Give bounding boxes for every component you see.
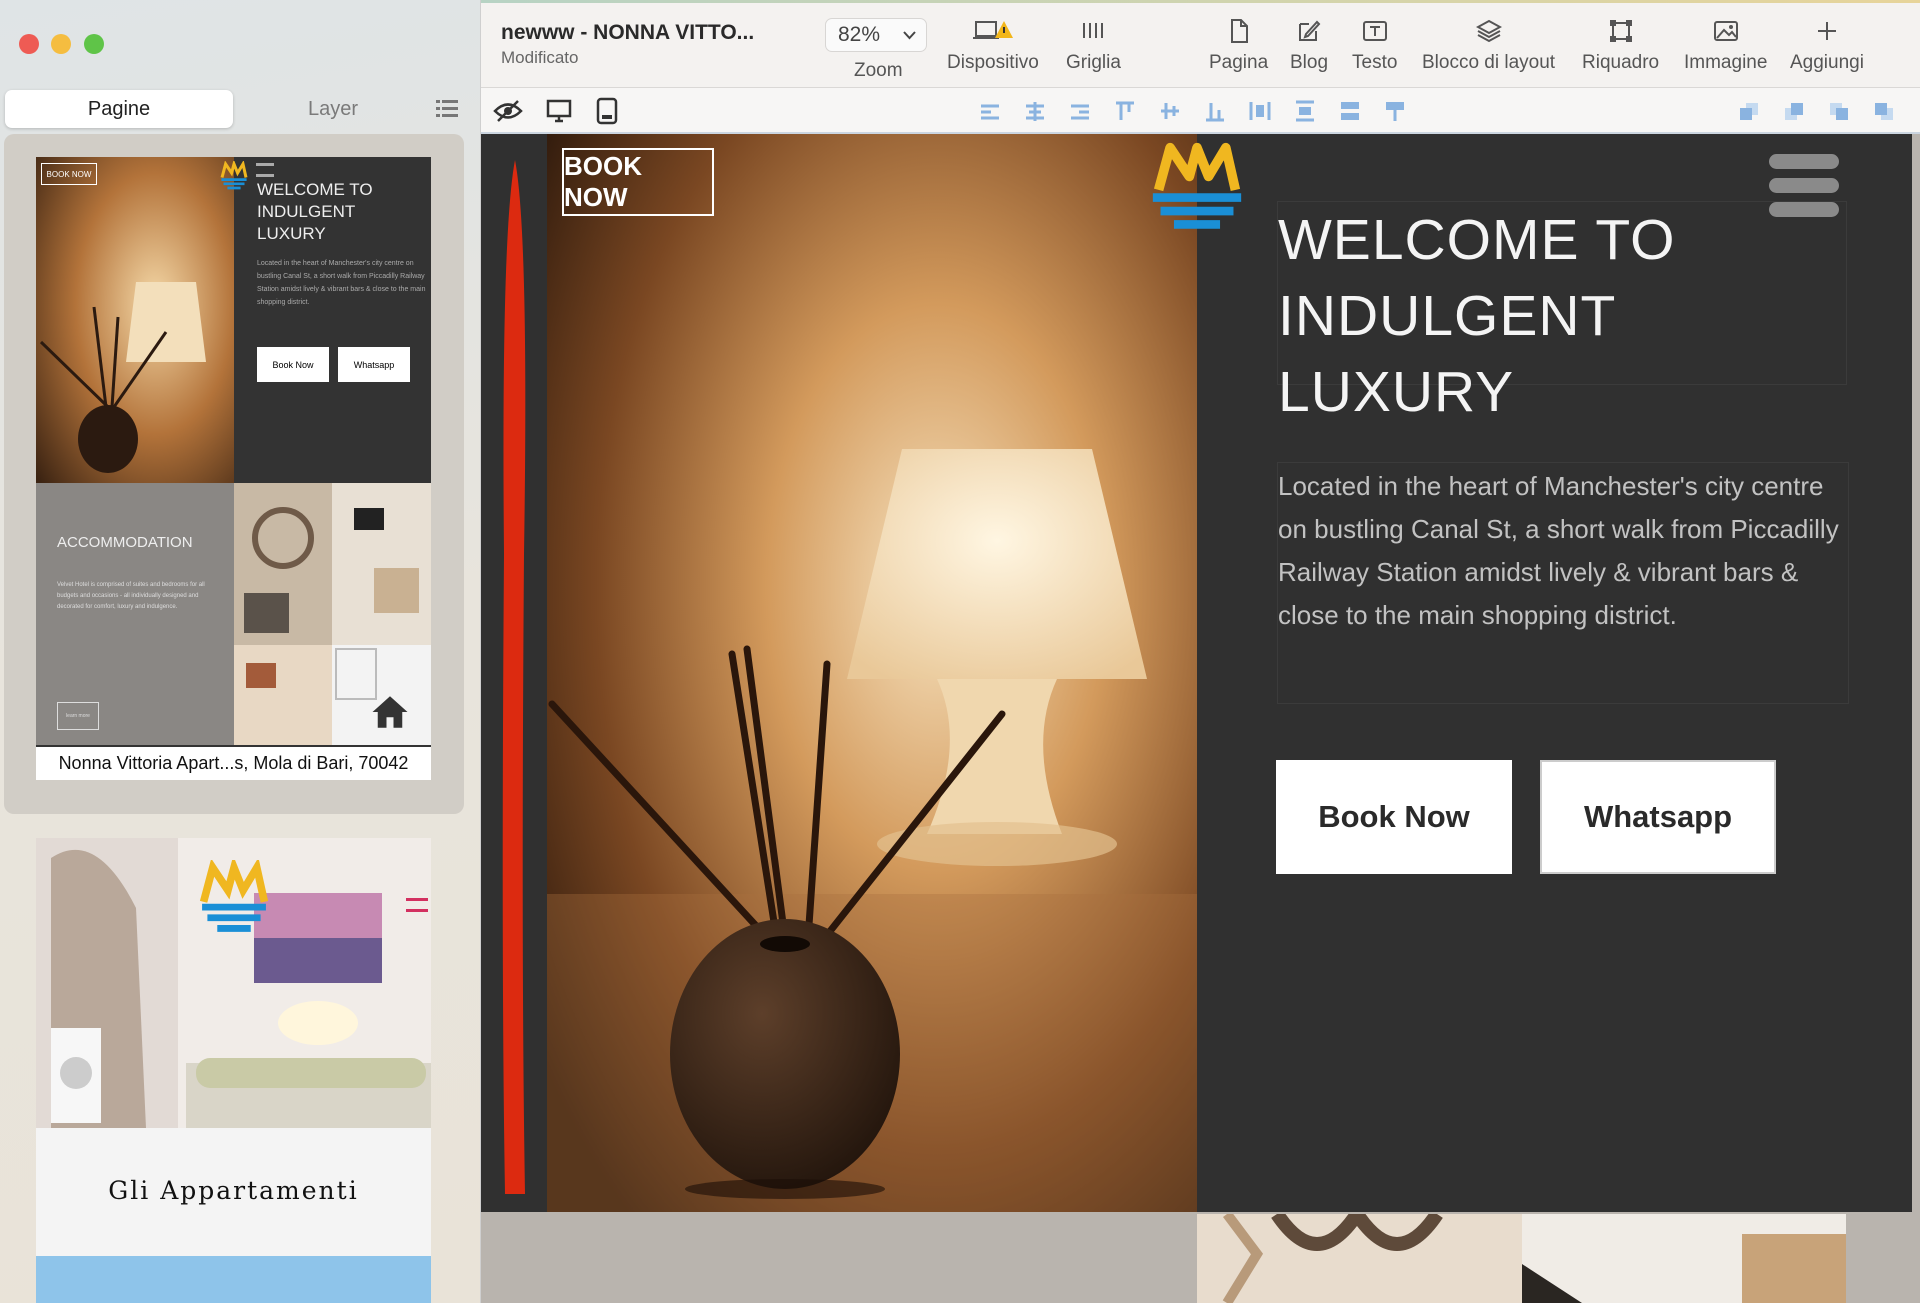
alignment-toolbar	[481, 88, 1920, 134]
hero-section[interactable]: BOOK NOW WELCOME TO INDULGENT LUXURY Loc…	[481, 134, 1912, 1212]
document-title: newww - NONNA VITTO...	[501, 21, 755, 44]
book-now-outline-button[interactable]: BOOK NOW	[562, 148, 714, 216]
thumb-book-now: BOOK NOW	[41, 163, 97, 185]
device-label: Dispositivo	[947, 52, 1039, 73]
page-label: Pagina	[1209, 52, 1269, 73]
align-center-icon[interactable]	[1024, 100, 1046, 122]
tile-floor-photo[interactable]	[1197, 1214, 1522, 1303]
zoom-select[interactable]: 82%	[825, 18, 927, 52]
grid-label: Griglia	[1066, 52, 1121, 73]
blog-edit-icon	[1299, 20, 1321, 41]
editor-canvas[interactable]: BOOK NOW WELCOME TO INDULGENT LUXURY Loc…	[481, 134, 1920, 1303]
tab-pages[interactable]: Pagine	[5, 90, 233, 128]
desktop-icon[interactable]	[546, 98, 572, 124]
thumb-intro-text: Located in the heart of Manchester's cit…	[257, 260, 426, 306]
align-bottom-icon[interactable]	[1204, 100, 1226, 122]
distribute-vertical-icon[interactable]	[1294, 100, 1316, 122]
align-middle-icon[interactable]	[1159, 100, 1181, 122]
text-icon	[1362, 21, 1387, 41]
layout-block-label: Blocco di layout	[1422, 52, 1556, 73]
layers-icon	[1475, 19, 1502, 43]
welcome-heading[interactable]: WELCOME TO INDULGENT LUXURY	[1277, 201, 1847, 424]
red-accent-bar[interactable]	[497, 154, 533, 1201]
thumb-welcome-heading: WELCOME TO INDULGENT LUXURY	[257, 180, 373, 243]
bring-forward-icon[interactable]	[1783, 100, 1805, 122]
hero-photo[interactable]	[547, 134, 1197, 1212]
thumb-lamp-photo	[36, 157, 234, 483]
room-photo[interactable]	[1522, 1214, 1846, 1303]
heading-line-2: INDULGENT LUXURY	[1278, 284, 1616, 424]
eye-slash-icon[interactable]	[493, 98, 523, 124]
thumb2-logo-icon	[199, 860, 269, 932]
send-to-back-icon[interactable]	[1828, 100, 1850, 122]
page-thumbnail-apartments[interactable]: Gli Appartamenti	[36, 838, 431, 1303]
nonna-vittoria-logo[interactable]	[1146, 140, 1248, 236]
toolbar-text-button[interactable]: Testo	[1352, 18, 1397, 74]
thumb-hamburger-icon	[256, 163, 274, 177]
heading-line-1: WELCOME TO	[1278, 208, 1676, 272]
diffuser-lamp-photo	[547, 134, 1197, 1212]
book-now-button[interactable]: Book Now	[1276, 760, 1512, 874]
distribute-horizontal-icon[interactable]	[1249, 100, 1271, 122]
toolbar-layout-block-button[interactable]: Blocco di layout	[1422, 18, 1555, 74]
toolbar-frame-button[interactable]: Riquadro	[1582, 18, 1659, 74]
thumb-book-button: Book Now	[257, 347, 329, 382]
space-evenly-icon[interactable]	[1339, 100, 1361, 122]
thumb2-title: Gli Appartamenti	[108, 1176, 359, 1205]
align-left-icon[interactable]	[979, 100, 1001, 122]
device-warning-icon	[972, 21, 1013, 39]
toolbar-blog-button[interactable]: Blog	[1290, 18, 1328, 74]
thumb-learn-more: learn more	[57, 702, 99, 730]
zoom-value: 82%	[838, 23, 881, 46]
frame-icon	[1609, 20, 1632, 42]
thumb2-blue-band	[36, 1256, 431, 1303]
frame-label: Riquadro	[1582, 52, 1660, 73]
home-icon	[372, 696, 408, 728]
thumb-logo-icon	[220, 161, 248, 190]
zoom-label: Zoom	[854, 60, 903, 81]
toolbar-page-button[interactable]: Pagina	[1209, 18, 1268, 74]
toolbar-grid-button[interactable]: Griglia	[1066, 18, 1121, 74]
page-icon	[1230, 19, 1248, 43]
list-icon[interactable]	[436, 99, 458, 119]
thumb-whatsapp-button: Whatsapp	[338, 347, 410, 382]
align-top-icon[interactable]	[1114, 100, 1136, 122]
match-size-icon[interactable]	[1384, 100, 1406, 122]
document-status: Modificato	[501, 48, 579, 67]
bring-to-front-icon[interactable]	[1873, 100, 1895, 122]
send-backward-icon[interactable]	[1738, 100, 1760, 122]
intro-paragraph[interactable]: Located in the heart of Manchester's cit…	[1277, 462, 1849, 704]
add-label: Aggiungi	[1790, 52, 1864, 73]
page-thumbnail-home[interactable]: BOOK NOW WELCOME TO INDULGENT LUXURY Loc…	[36, 157, 431, 780]
blog-label: Blog	[1290, 52, 1329, 73]
plus-icon	[1817, 22, 1836, 40]
tab-layer[interactable]: Layer	[233, 90, 433, 128]
toolbar-device-button[interactable]: Dispositivo	[947, 18, 1039, 74]
minimize-window-button[interactable]	[51, 34, 71, 54]
thumb-accommodation-title: ACCOMMODATION	[57, 534, 193, 551]
zoom-window-button[interactable]	[84, 34, 104, 54]
thumb-accommodation-text: Velvet Hotel is comprised of suites and …	[57, 582, 205, 610]
mobile-icon[interactable]	[596, 97, 618, 125]
close-window-button[interactable]	[19, 34, 39, 54]
toolbar-image-button[interactable]: Immagine	[1684, 18, 1767, 74]
image-icon	[1713, 21, 1738, 41]
align-right-icon[interactable]	[1069, 100, 1091, 122]
chevron-down-icon	[903, 31, 916, 40]
text-label: Testo	[1352, 52, 1398, 73]
image-label: Immagine	[1684, 52, 1768, 73]
main-toolbar: newww - NONNA VITTO... Modificato 82% Zo…	[481, 0, 1920, 88]
thumb2-hamburger-icon	[406, 898, 428, 912]
pages-sidebar: Pagine Layer BOOK NOW WELCOME TO INDULGE…	[0, 0, 481, 1303]
page-caption: Nonna Vittoria Apart...s, Mola di Bari, …	[36, 747, 431, 780]
toolbar-add-button[interactable]: Aggiungi	[1790, 18, 1864, 74]
whatsapp-button[interactable]: Whatsapp	[1540, 760, 1776, 874]
grid-icon	[1083, 23, 1104, 38]
sidebar-tabs: Pagine Layer	[5, 90, 463, 128]
